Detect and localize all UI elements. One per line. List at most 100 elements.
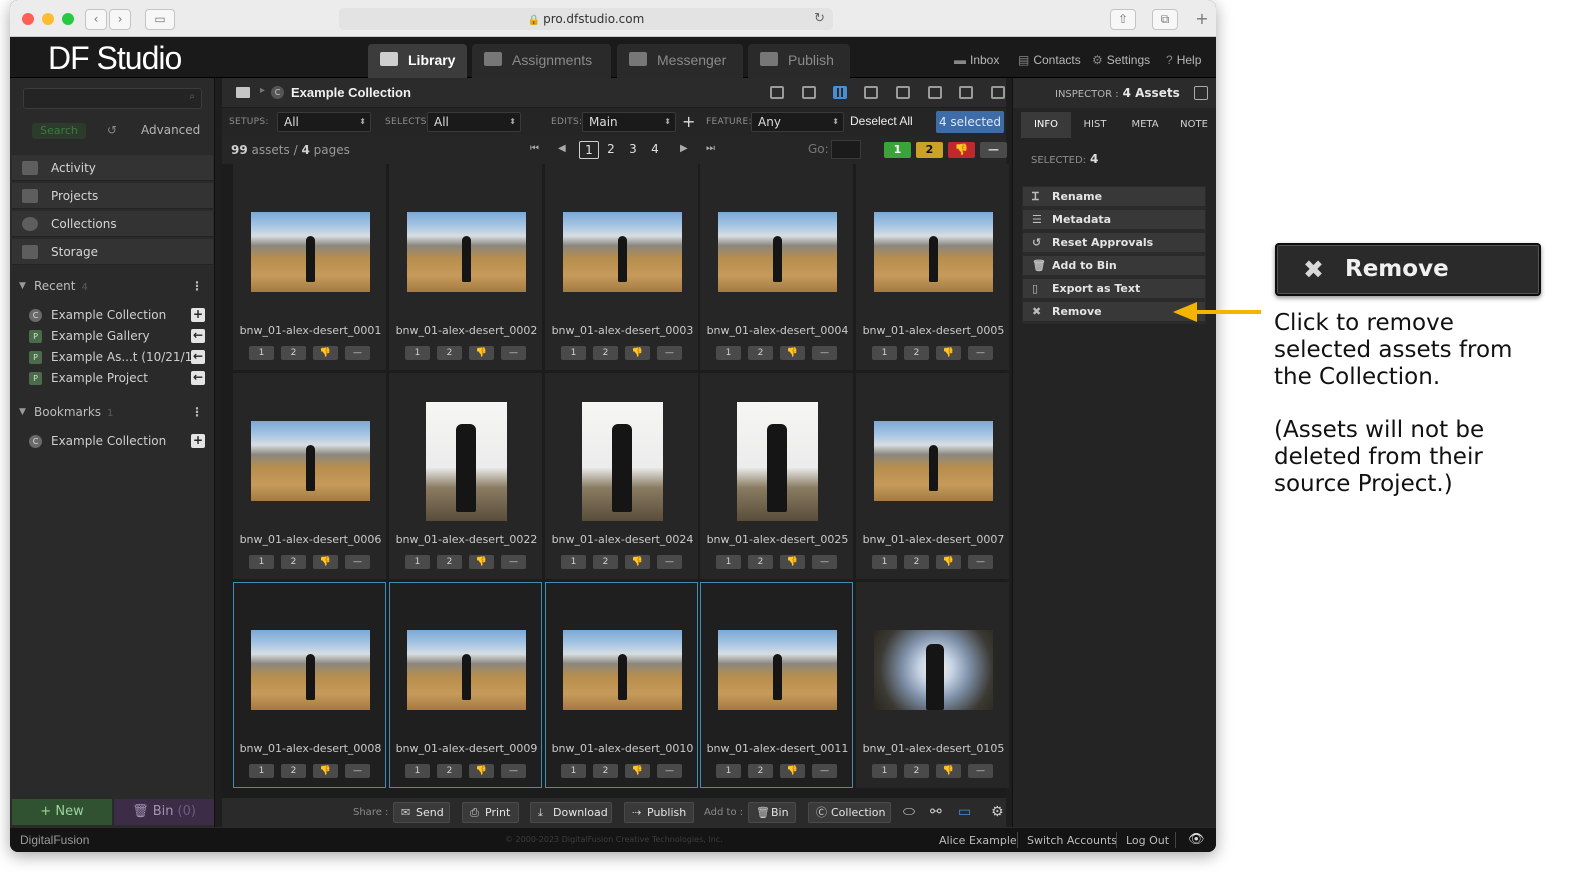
contacts-link[interactable]: ▤ Contacts [1018, 53, 1081, 67]
asset-thumbnail[interactable] [563, 630, 682, 710]
add-icon[interactable]: + [191, 434, 205, 448]
rate-2-button[interactable]: 2 [904, 346, 929, 360]
settings-link[interactable]: ⚙ Settings [1092, 53, 1150, 67]
reject-button[interactable]: 👎 [625, 764, 650, 778]
single-view-icon[interactable] [896, 86, 910, 99]
rate-2-button[interactable]: 2 [281, 555, 306, 569]
history-icon[interactable]: ↺ [107, 123, 117, 137]
asset-thumbnail[interactable] [737, 402, 818, 521]
bin-button[interactable]: 🗑 Bin (0) [114, 799, 214, 825]
asset-cell[interactable]: bnw_01-alex-desert_0001 1 2 👎 — [233, 164, 386, 370]
rate-1-button[interactable]: 1 [405, 346, 430, 360]
reject-button[interactable]: 👎 [469, 555, 494, 569]
address-bar[interactable]: 🔒 pro.dfstudio.com ↻ [339, 8, 833, 30]
new-button[interactable]: + New [12, 799, 112, 825]
clear-rating-button[interactable]: — [501, 764, 526, 778]
page-3[interactable]: 3 [623, 141, 643, 159]
clear-rating-button[interactable]: — [657, 346, 682, 360]
search-input[interactable]: ⌕ [23, 88, 202, 109]
small-grid-view-icon[interactable] [833, 86, 847, 99]
arrow-left-icon[interactable]: ← [191, 350, 205, 364]
asset-cell[interactable]: bnw_01-alex-desert_0025 1 2 👎 — [700, 373, 853, 579]
inbox-link[interactable]: ▬ Inbox [954, 53, 999, 67]
bookmarks-section-header[interactable]: ▼ Bookmarks 1 ⋮ [12, 399, 213, 425]
reject-button[interactable]: 👎 [313, 764, 338, 778]
tab-publish[interactable]: Publish [748, 44, 850, 78]
asset-thumbnail[interactable] [874, 421, 993, 501]
reject-button[interactable]: 👎 [625, 346, 650, 360]
rate-1-button[interactable]: 1 [249, 346, 274, 360]
asset-thumbnail[interactable] [426, 402, 507, 521]
rate-2-button[interactable]: 2 [593, 764, 618, 778]
export-as-text-button[interactable]: ▯ Export as Text [1022, 278, 1206, 299]
fullscreen-icon[interactable] [991, 86, 1005, 99]
clear-rating-button[interactable]: — [501, 346, 526, 360]
next-page-icon[interactable]: ▶ [680, 143, 688, 154]
send-button[interactable]: ✉ Send [393, 802, 450, 823]
more-vertical-icon[interactable]: ⋮ [191, 399, 203, 425]
tab-messenger[interactable]: Messenger [617, 44, 743, 78]
clear-rating-button[interactable]: — [501, 555, 526, 569]
rating-filter-reject[interactable]: 👎 [948, 142, 975, 158]
reject-button[interactable]: 👎 [936, 346, 961, 360]
reject-button[interactable]: 👎 [469, 346, 494, 360]
eye-icon[interactable]: 👁 [1188, 832, 1205, 847]
last-page-icon[interactable]: ⏭ [706, 143, 715, 154]
asset-thumbnail[interactable] [407, 212, 526, 292]
close-window-button[interactable] [22, 13, 34, 25]
asset-cell[interactable]: bnw_01-alex-desert_0002 1 2 👎 — [389, 164, 542, 370]
rate-1-button[interactable]: 1 [405, 555, 430, 569]
rate-2-button[interactable]: 2 [748, 346, 773, 360]
recent-item[interactable]: P Example Gallery ← [12, 326, 213, 347]
rate-1-button[interactable]: 1 [249, 555, 274, 569]
asset-cell[interactable]: bnw_01-alex-desert_0022 1 2 👎 — [389, 373, 542, 579]
add-icon[interactable]: + [191, 308, 205, 322]
asset-cell[interactable]: bnw_01-alex-desert_0011 1 2 👎 — [700, 582, 853, 788]
user-name-link[interactable]: Alice Example [939, 834, 1017, 847]
recent-section-header[interactable]: ▼ Recent 4 ⋮ [12, 273, 213, 299]
clear-rating-button[interactable]: — [345, 764, 370, 778]
bookmark-item[interactable]: C Example Collection + [12, 431, 213, 452]
rate-2-button[interactable]: 2 [748, 555, 773, 569]
reject-button[interactable]: 👎 [780, 346, 805, 360]
prev-page-icon[interactable]: ◀ [558, 143, 566, 154]
rate-2-button[interactable]: 2 [437, 764, 462, 778]
rate-1-button[interactable]: 1 [405, 764, 430, 778]
asset-thumbnail[interactable] [874, 212, 993, 292]
arrow-left-icon[interactable]: ← [191, 329, 205, 343]
help-link[interactable]: ? Help [1166, 53, 1201, 67]
clear-rating-button[interactable]: — [968, 555, 993, 569]
info-view-icon[interactable] [770, 86, 784, 99]
rate-1-button[interactable]: 1 [561, 346, 586, 360]
download-button[interactable]: ⤓ Download [530, 802, 612, 823]
rename-button[interactable]: Ꮖ Rename [1022, 186, 1206, 207]
reject-button[interactable]: 👎 [313, 555, 338, 569]
page-4[interactable]: 4 [645, 141, 665, 159]
asset-cell[interactable]: bnw_01-alex-desert_0008 1 2 👎 — [233, 582, 386, 788]
share-browser-button[interactable]: ⇧ [1110, 9, 1136, 30]
reload-icon[interactable]: ↻ [814, 8, 825, 30]
rating-filter-none[interactable]: — [980, 142, 1007, 158]
clear-rating-button[interactable]: — [345, 555, 370, 569]
publish-button[interactable]: ⇢ Publish [624, 802, 694, 823]
rating-filter-1[interactable]: 1 [884, 142, 911, 158]
rate-2-button[interactable]: 2 [281, 346, 306, 360]
asset-thumbnail[interactable] [874, 630, 993, 710]
new-tab-button[interactable]: + [1192, 9, 1212, 30]
print-button[interactable]: ⎙ Print [462, 802, 519, 823]
lightbox-icon[interactable]: ⚯ [930, 804, 942, 820]
metadata-button[interactable]: ☰ Metadata [1022, 209, 1206, 230]
clear-rating-button[interactable]: — [657, 555, 682, 569]
rate-1-button[interactable]: 1 [561, 764, 586, 778]
rate-2-button[interactable]: 2 [281, 764, 306, 778]
switch-accounts-link[interactable]: Switch Accounts [1027, 834, 1117, 847]
rate-1-button[interactable]: 1 [872, 764, 897, 778]
forward-button[interactable]: › [109, 9, 131, 30]
minimize-window-button[interactable] [42, 13, 54, 25]
tab-note[interactable]: NOTE [1171, 112, 1216, 138]
add-to-bin-action-button[interactable]: 🗑 Add to Bin [1022, 255, 1206, 276]
sidebar-item-storage[interactable]: Storage [12, 239, 213, 265]
rate-2-button[interactable]: 2 [748, 764, 773, 778]
selects-select[interactable]: All ⬍ [427, 112, 521, 132]
asset-cell[interactable]: bnw_01-alex-desert_0003 1 2 👎 — [545, 164, 698, 370]
